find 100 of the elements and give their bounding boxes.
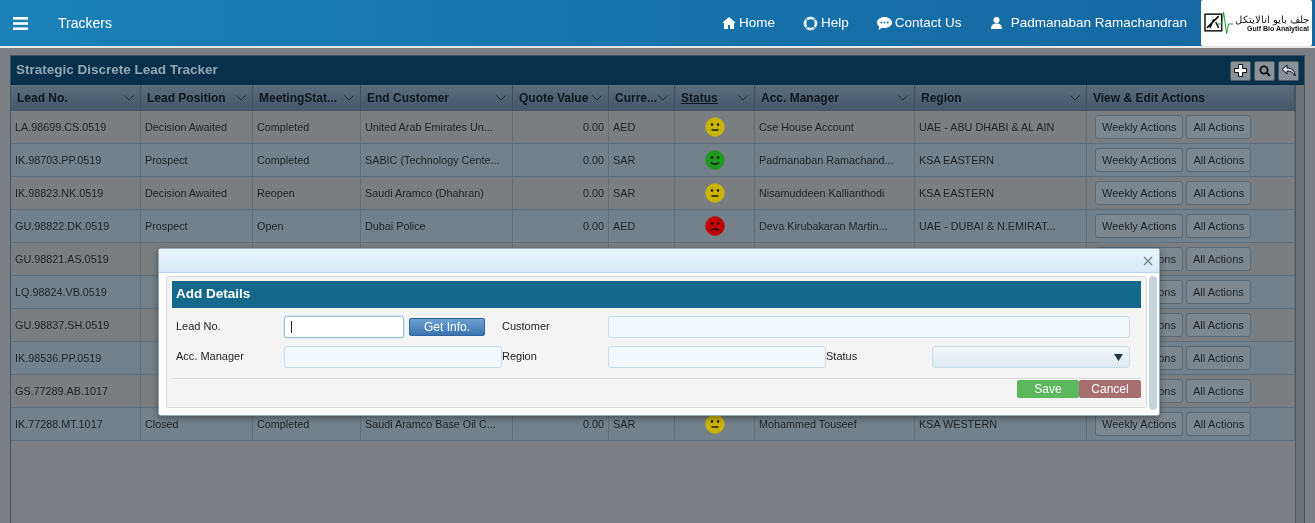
column-header[interactable]: Lead Position (147, 90, 226, 106)
table-cell-text: Padmanaban Ramachand... (759, 153, 894, 167)
chevron-down-icon[interactable] (592, 95, 602, 101)
save-button[interactable]: Save (1017, 380, 1079, 399)
lead-number: IK.77288.MT.1017 (15, 417, 103, 431)
table-cell-text: Nisamuddeen Kallianthodi (759, 186, 885, 200)
action-button[interactable]: All Actions (1186, 379, 1251, 403)
input-field[interactable] (284, 316, 404, 338)
column-header[interactable]: End Customer (367, 90, 449, 106)
home-icon (722, 17, 737, 29)
lead-number: IK.98703.PP.0519 (15, 153, 102, 167)
back-button[interactable] (1278, 60, 1299, 81)
input-field[interactable] (608, 316, 1130, 338)
status-dropdown[interactable] (932, 346, 1130, 368)
table-cell-text: SAR (613, 417, 636, 431)
input-field[interactable] (284, 346, 502, 368)
table-cell-text: SABIC (Technology Cente... (365, 153, 500, 167)
lead-number: LA.98699.CS.0519 (15, 120, 107, 134)
undo-arrow-icon (1281, 64, 1296, 77)
menu-icon[interactable] (13, 16, 28, 30)
lead-number: GU.98822.DK.0519 (15, 219, 110, 233)
user-icon (990, 17, 1002, 29)
table-cell-text: Saudi Aramco Base Oil C... (365, 417, 496, 431)
action-button[interactable]: All Actions (1186, 412, 1252, 436)
field-label: Customer (502, 320, 551, 334)
action-button[interactable]: All Actions (1186, 247, 1251, 271)
column-header[interactable]: View & Edit Actions (1093, 90, 1206, 106)
logo-text: جلف بايو انالايتكل (1235, 13, 1309, 25)
table-cell-text: Deva Kirubakaran Martin... (759, 219, 888, 233)
action-button[interactable]: All Actions (1186, 313, 1251, 337)
chevron-down-icon[interactable] (1070, 95, 1080, 101)
nav-link[interactable]: Contact Us (876, 14, 962, 32)
table-cell-text: Completed (257, 417, 310, 431)
action-button[interactable]: Weekly Actions (1095, 148, 1184, 172)
field-label: Lead No. (176, 320, 222, 334)
table-cell-text: Closed (145, 417, 179, 431)
chevron-down-icon[interactable] (236, 95, 246, 101)
table-cell-text: KSA EASTERN (919, 153, 994, 167)
nav-link[interactable]: Home (722, 14, 776, 32)
table-cell-text: SAR (613, 186, 636, 200)
column-header[interactable]: Lead No. (17, 90, 68, 106)
chevron-down-icon[interactable] (898, 95, 908, 101)
chevron-down-icon[interactable] (738, 95, 748, 101)
table-cell-text: UAE - ABU DHABI & AL AIN (919, 120, 1055, 134)
lifebuoy-icon (803, 15, 819, 31)
table-cell-text: 0.00 (583, 120, 604, 134)
table-cell-text: Mohammed Touseef (759, 417, 857, 431)
table-cell-text: UAE - DUBAI & N.EMIRAT... (919, 219, 1056, 233)
column-header[interactable]: Quote Value (519, 90, 589, 106)
table-cell-text: Dubai Police (365, 219, 426, 233)
action-button[interactable]: Weekly Actions (1095, 115, 1184, 139)
table-cell-text: Prospect (145, 153, 188, 167)
speech-bubble-icon (876, 16, 892, 30)
column-header[interactable]: Region (921, 90, 962, 106)
table-cell-text: Decision Awaited (145, 120, 228, 134)
plus-icon (1234, 64, 1247, 77)
column-header[interactable]: Curre... (615, 90, 657, 106)
chevron-down-icon[interactable] (124, 95, 134, 101)
chevron-down-icon[interactable] (344, 95, 354, 101)
user-menu[interactable]: Padmanaban Ramachandran (990, 14, 1187, 32)
get-info-button[interactable]: Get Info. (409, 317, 486, 337)
input-field[interactable] (608, 346, 826, 368)
lead-number: GU.98821.AS.0519 (15, 252, 109, 266)
table-cell-text: United Arab Emirates Un... (365, 120, 493, 134)
action-button[interactable]: Weekly Actions (1095, 181, 1184, 205)
action-button[interactable]: All Actions (1186, 214, 1252, 238)
scrollbar[interactable] (1295, 85, 1304, 523)
action-button[interactable]: All Actions (1186, 115, 1252, 139)
column-header[interactable]: MeetingStat... (259, 90, 337, 106)
action-button[interactable]: All Actions (1186, 280, 1251, 304)
column-header[interactable]: Acc. Manager (761, 90, 840, 106)
nav-link[interactable]: Help (803, 14, 849, 32)
dropdown-arrow-icon (1114, 353, 1123, 361)
app-title: Trackers (58, 14, 112, 32)
chevron-down-icon[interactable] (496, 95, 506, 101)
table-cell-text: KSA EASTERN (919, 186, 994, 200)
add-button[interactable] (1230, 60, 1251, 81)
close-icon[interactable] (1143, 255, 1153, 266)
action-button[interactable]: All Actions (1186, 181, 1252, 205)
lead-number: IK.98823.NK.0519 (15, 186, 104, 200)
action-button[interactable]: Weekly Actions (1095, 214, 1184, 238)
table-cell-text: KSA WESTERN (919, 417, 997, 431)
cancel-button[interactable]: Cancel (1079, 380, 1141, 399)
text-cursor (291, 321, 292, 333)
lead-number: LQ.98824.VB.0519 (15, 285, 107, 299)
table-cell-text: Completed (257, 153, 310, 167)
table-cell-text: Open (257, 219, 284, 233)
field-label: Acc. Manager (176, 350, 245, 364)
table-cell-text: 0.00 (583, 219, 604, 233)
table-cell-text: AED (613, 120, 636, 134)
lead-number: GS.77289.AB.1017 (15, 384, 109, 398)
column-header[interactable]: Status (681, 90, 718, 106)
table-cell-text: Reopen (257, 186, 295, 200)
chevron-down-icon[interactable] (658, 95, 668, 101)
search-button[interactable] (1254, 60, 1275, 81)
panel-title: Strategic Discrete Lead Tracker (16, 62, 218, 79)
scrollbar[interactable] (1149, 276, 1157, 410)
action-button[interactable]: All Actions (1186, 346, 1251, 370)
table-cell-text: Cse House Account (759, 120, 854, 134)
action-button[interactable]: All Actions (1186, 148, 1252, 172)
